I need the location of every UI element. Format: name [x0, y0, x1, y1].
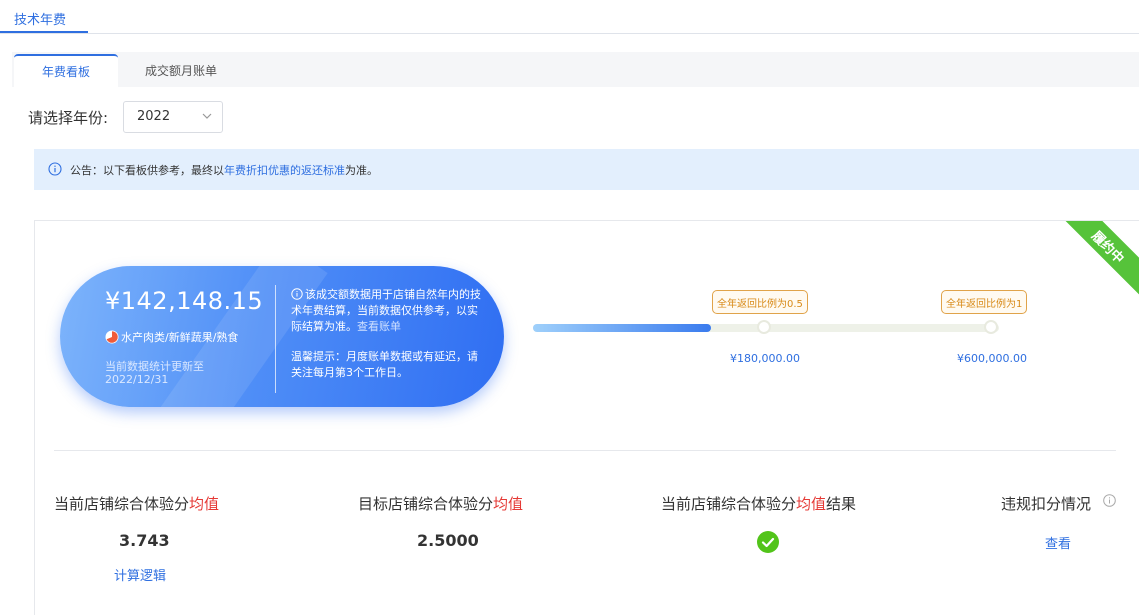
label-suffix: 结果 [826, 495, 857, 513]
pie-chart-icon [105, 330, 119, 344]
tab-annual-fee-board[interactable]: 年费看板 [14, 54, 118, 87]
top-tab-bar: 技术年费 [0, 0, 1139, 34]
check-icon [757, 531, 779, 553]
info-icon [291, 288, 303, 300]
label-highlight: 均值 [189, 495, 220, 513]
tab-tech-annual-fee[interactable]: 技术年费 [14, 9, 66, 28]
metric-violation-label: 违规扣分情况 [1001, 495, 1092, 513]
calc-logic-link[interactable]: 计算逻辑 [114, 565, 166, 584]
milestone-node [757, 320, 771, 334]
metric-current-score-label: 当前店铺综合体验分均值 [54, 493, 219, 514]
milestone-node [984, 320, 998, 334]
category-row: 水产肉类/新鲜蔬果/熟食 [105, 329, 238, 345]
notice-text: 公告：以下看板供参考，最终以年费折扣优惠的返还标准为准。 [70, 162, 378, 178]
category-label: 水产肉类/新鲜蔬果/熟食 [121, 331, 239, 344]
notice-suffix: 为准。 [345, 164, 378, 177]
label-highlight: 均值 [493, 495, 524, 513]
turnover-note: 该成交额数据用于店铺自然年内的技术年费结算，当前数据仅供参考，以实际结算为准。查… [291, 287, 481, 335]
status-ribbon: 履约中 [1057, 221, 1139, 298]
label-text: 目标店铺综合体验分 [358, 495, 494, 513]
delay-tip: 温馨提示：月度账单数据或有延迟，请关注每月第3个工作日。 [291, 350, 478, 379]
milestone-value: ¥600,000.00 [957, 352, 1027, 365]
update-date: 2022/12/31 [105, 373, 169, 386]
metric-current-score-value: 3.743 [119, 531, 170, 550]
label-text: 当前店铺综合体验分 [661, 495, 797, 513]
card-divider [275, 285, 276, 393]
info-icon [48, 162, 62, 176]
metric-target-score-value: 2.5000 [417, 531, 479, 550]
help-icon[interactable] [1103, 494, 1116, 507]
metric-target-score-label: 目标店铺综合体验分均值 [358, 493, 523, 514]
tab-monthly-bill[interactable]: 成交额月账单 [122, 54, 240, 87]
turnover-summary-card: ¥142,148.15 水产肉类/新鲜蔬果/熟食 当前数据统计更新至 2022/… [60, 266, 504, 407]
milestone-badge: 全年返回比例为0.5 [712, 290, 808, 314]
year-select[interactable]: 2022 [123, 101, 223, 133]
year-select-value: 2022 [137, 109, 171, 124]
label-text: 当前店铺综合体验分 [54, 495, 190, 513]
notice-bar: 公告：以下看板供参考，最终以年费折扣优惠的返还标准为准。 [34, 149, 1139, 190]
year-filter-label: 请选择年份: [28, 109, 109, 127]
view-violation-link[interactable]: 查看 [1045, 533, 1071, 552]
notice-prefix: 公告：以下看板供参考，最终以 [70, 164, 224, 177]
milestone-badge: 全年返回比例为1 [941, 290, 1028, 314]
milestone-value: ¥180,000.00 [730, 352, 800, 365]
metric-score-result-label: 当前店铺综合体验分均值结果 [661, 493, 856, 514]
chevron-down-icon [202, 113, 212, 119]
section-divider [54, 450, 1116, 451]
active-tab-indicator [0, 31, 88, 33]
notice-link[interactable]: 年费折扣优惠的返还标准 [224, 164, 345, 177]
update-label: 当前数据统计更新至 [105, 360, 204, 373]
progress-fill [533, 324, 712, 332]
view-bill-link[interactable]: 查看账单 [357, 320, 401, 333]
label-highlight: 均值 [796, 495, 827, 513]
turnover-amount: ¥142,148.15 [105, 287, 264, 315]
